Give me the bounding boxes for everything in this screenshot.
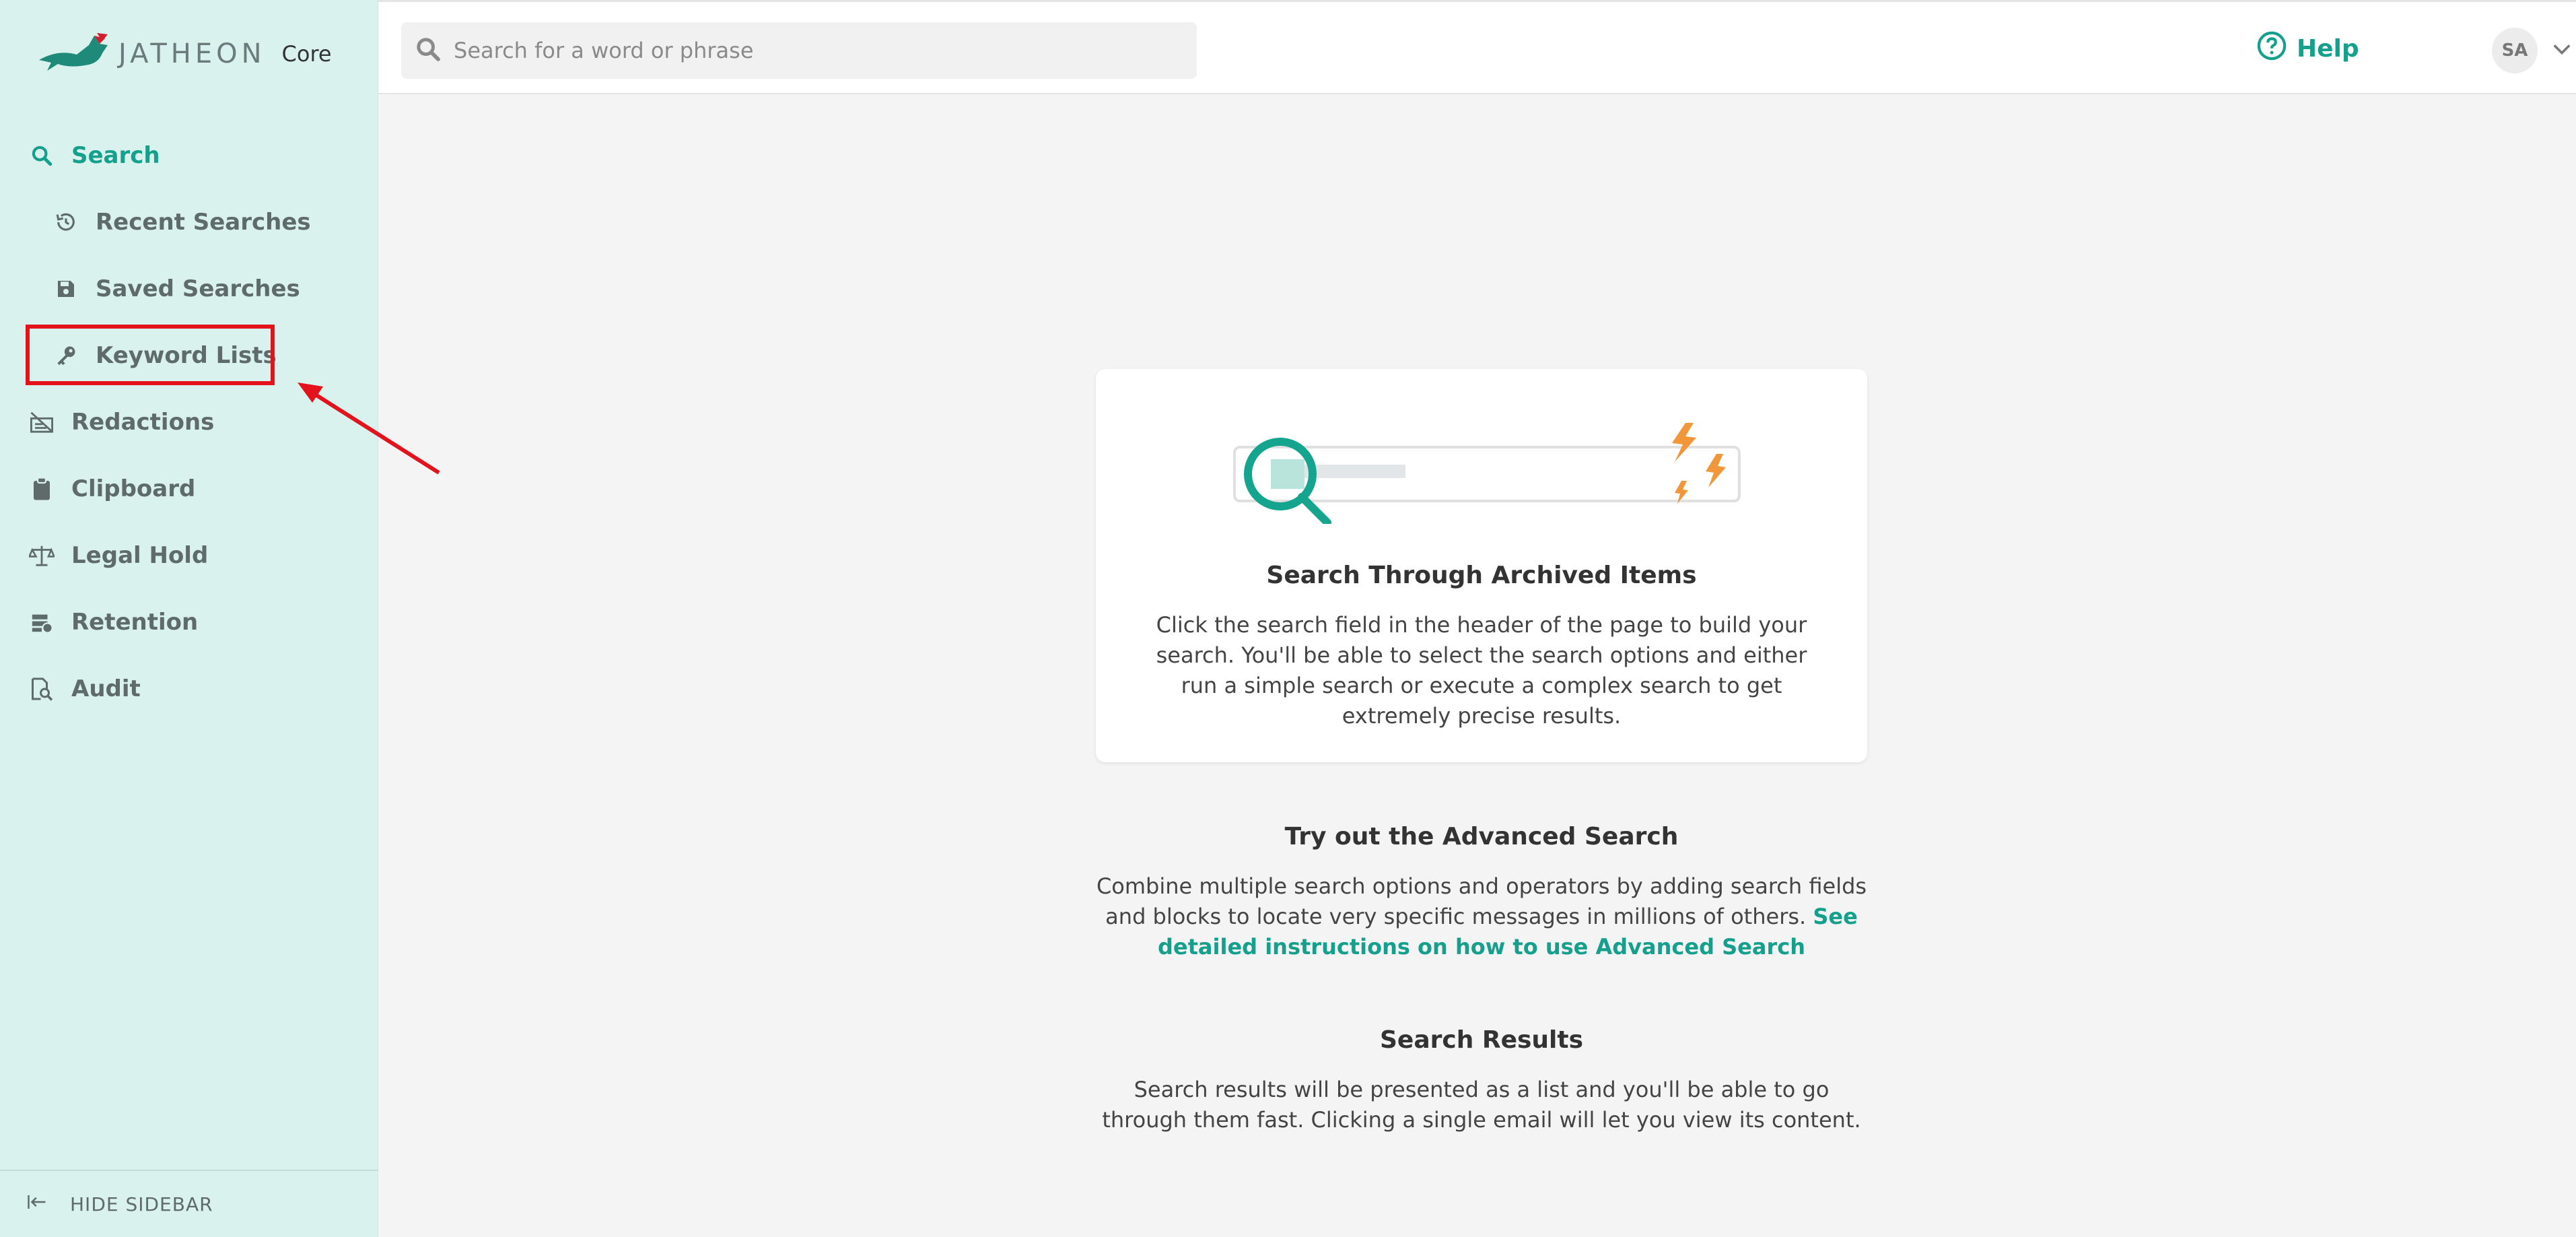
search-icon xyxy=(415,36,442,65)
sidebar-item-label: Audit xyxy=(71,675,141,702)
hide-sidebar-button[interactable]: HIDE SIDEBAR xyxy=(0,1170,378,1237)
clipboard-icon xyxy=(28,475,55,502)
search-input[interactable] xyxy=(454,38,1181,63)
avatar[interactable]: SA xyxy=(2492,28,2538,73)
logo-suffix: Core xyxy=(281,41,332,67)
logo[interactable]: JATHEON Core xyxy=(38,27,332,81)
sidebar-item-clipboard[interactable]: Clipboard xyxy=(28,460,195,518)
sidebar-item-label: Retention xyxy=(71,609,199,636)
scales-icon xyxy=(28,542,55,569)
audit-icon xyxy=(28,675,55,702)
sidebar-item-label: Legal Hold xyxy=(71,542,209,569)
sidebar-item-label: Clipboard xyxy=(71,475,196,502)
hide-sidebar-label: HIDE SIDEBAR xyxy=(70,1193,213,1215)
sidebar-item-saved-searches[interactable]: Saved Searches xyxy=(53,260,300,318)
sidebar-item-search[interactable]: Search xyxy=(28,127,160,185)
help-link[interactable]: Help xyxy=(2256,30,2359,67)
sidebar-item-label: Redactions xyxy=(71,409,215,436)
search-icon xyxy=(28,142,55,169)
search-results-description: Search results will be presented as a li… xyxy=(1102,1077,1861,1133)
sidebar-item-retention[interactable]: Retention xyxy=(28,593,198,651)
sidebar-item-audit[interactable]: Audit xyxy=(28,660,141,718)
sidebar-item-legal-hold[interactable]: Legal Hold xyxy=(28,527,208,584)
sidebar-item-recent-searches[interactable]: Recent Searches xyxy=(53,193,311,251)
sidebar-item-redactions[interactable]: Redactions xyxy=(28,393,214,451)
help-icon xyxy=(2256,30,2287,67)
card-title: Search Through Archived Items xyxy=(1266,562,1697,589)
floppy-icon xyxy=(53,275,79,302)
sidebar-item-label: Saved Searches xyxy=(96,275,300,302)
chevron-down-icon[interactable] xyxy=(2552,42,2571,59)
sidebar-item-label: Search xyxy=(71,142,160,169)
advanced-search-description: Combine multiple search options and oper… xyxy=(1096,871,1867,962)
fox-logo-icon xyxy=(39,33,108,71)
redaction-icon xyxy=(28,409,55,436)
help-label: Help xyxy=(2297,35,2359,63)
search-illustration-icon xyxy=(1233,423,1741,524)
advanced-search-title: Try out the Advanced Search xyxy=(1284,823,1679,850)
card-description: Click the search field in the header of … xyxy=(1156,612,1807,729)
logo-wordmark: JATHEON xyxy=(118,38,266,69)
advanced-search-text: Combine multiple search options and oper… xyxy=(1096,873,1867,929)
history-icon xyxy=(53,209,79,236)
retention-icon xyxy=(28,609,55,636)
sidebar: JATHEON Core Search Recent Searches Save… xyxy=(0,0,378,1237)
top-header: Help SA xyxy=(378,0,2576,94)
collapse-left-icon xyxy=(27,1193,47,1215)
annotation-arrow-icon xyxy=(298,382,440,475)
highlight-annotation-box xyxy=(26,325,275,385)
sidebar-item-label: Recent Searches xyxy=(96,209,311,236)
info-card: Search Through Archived Items Click the … xyxy=(1096,369,1867,762)
header-search[interactable] xyxy=(401,22,1197,79)
search-results-title: Search Results xyxy=(1379,1026,1584,1054)
app-window: JATHEON Core Search Recent Searches Save… xyxy=(0,0,2576,1237)
main-content: Search Through Archived Items Click the … xyxy=(378,94,2576,1237)
